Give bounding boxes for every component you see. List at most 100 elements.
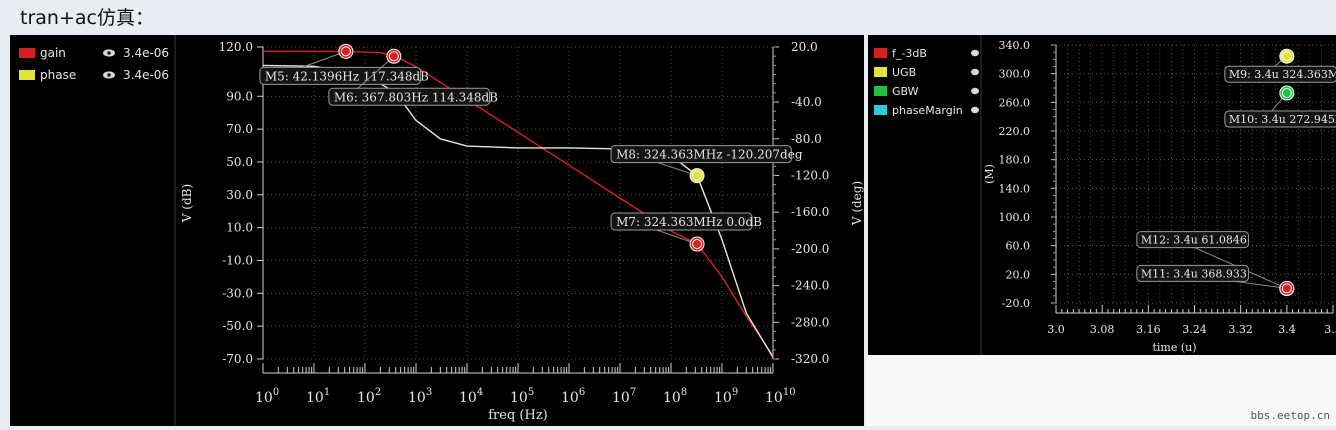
blank-area: bbs.eetop.cn bbox=[866, 355, 1336, 426]
marker-point-dot bbox=[391, 54, 397, 59]
y2-tick-label: -280.0 bbox=[791, 315, 829, 329]
legend-label-phaseMargin: phaseMargin bbox=[892, 104, 963, 117]
y-tick-label: -50.0 bbox=[222, 319, 253, 333]
eye-icon-pupil bbox=[107, 73, 111, 77]
tran-plot-panel[interactable]: f_-3dB UGB GBW phaseMargin 340.0 300.0 260.0 22… bbox=[868, 35, 1336, 355]
y2-tick-label: -160.0 bbox=[791, 205, 829, 219]
y2-axis-label: V (deg) bbox=[850, 181, 864, 226]
legend-value-phase: 3.4e-06 bbox=[123, 68, 169, 82]
eye-icon-pupil bbox=[107, 51, 111, 55]
x-tick-label: 3.32 bbox=[1228, 323, 1253, 336]
legend-swatch-phaseMargin bbox=[874, 105, 887, 115]
x-tick-label: 3.0 bbox=[1047, 323, 1065, 336]
y-tick-label: -30.0 bbox=[222, 286, 253, 300]
marker-label-text: M12: 3.4u 61.0846 bbox=[1141, 234, 1247, 247]
marker-label-text: M6: 367.803Hz 114.348dB bbox=[334, 90, 498, 104]
x-tick-label: 105 bbox=[510, 387, 534, 406]
marker-label-text: M10: 3.4u 272.945M bbox=[1229, 113, 1336, 126]
marker-point bbox=[689, 236, 705, 252]
y-tick-label: -70.0 bbox=[222, 352, 253, 366]
y2-tick-label: -40.0 bbox=[791, 95, 822, 109]
tran-plot-svg[interactable]: f_-3dB UGB GBW phaseMargin 340.0 300.0 260.0 22… bbox=[868, 35, 1336, 355]
marker-label-text: M11: 3.4u 368.933 bbox=[1141, 267, 1247, 280]
eye-icon bbox=[103, 49, 115, 57]
y-tick-label: 70.0 bbox=[226, 122, 253, 136]
marker-point bbox=[689, 168, 705, 184]
marker-point-dot bbox=[1284, 90, 1290, 96]
legend-label-gain: gain bbox=[40, 46, 66, 60]
y-tick-label: 50.0 bbox=[226, 155, 253, 169]
legend-swatch-UGB bbox=[874, 67, 887, 77]
legend-label-f_-3dB: f_-3dB bbox=[892, 47, 927, 60]
x-axis-label: time (u) bbox=[1152, 341, 1196, 354]
y-tick-label: 180.0 bbox=[999, 154, 1031, 167]
y-tick-label: 60.0 bbox=[1006, 240, 1031, 253]
x-tick-label: 100 bbox=[255, 387, 279, 406]
marker-point-dot bbox=[694, 241, 700, 247]
y-tick-label: -10.0 bbox=[222, 253, 253, 267]
eye-icon-white bbox=[971, 49, 979, 57]
x-tick-label: 3.08 bbox=[1090, 323, 1115, 336]
x-tick-label: 3.5 bbox=[1324, 323, 1336, 336]
ac-plot-panel[interactable]: gain 3.4e-06 phase 3.4e-06 120.0 90.0 70.0 50.0… bbox=[10, 35, 864, 426]
eye-icon bbox=[971, 68, 979, 76]
x-tick-label: 109 bbox=[714, 387, 738, 406]
x-tick-label: 103 bbox=[408, 387, 432, 406]
x-tick-label: 101 bbox=[306, 387, 330, 406]
marker-label-text: M8: 324.363MHz -120.207deg bbox=[616, 148, 803, 162]
x-tick-label: 3.24 bbox=[1182, 323, 1207, 336]
x-tick-label: 3.4 bbox=[1278, 323, 1296, 336]
y2-tick-label: -200.0 bbox=[791, 242, 829, 256]
marker-point-dot bbox=[1284, 286, 1290, 291]
legend-swatch-gain bbox=[19, 48, 35, 58]
legend-label-UGB: UGB bbox=[892, 66, 916, 79]
eye-icon bbox=[103, 71, 115, 79]
legend-swatch-f_-3dB bbox=[874, 48, 887, 58]
y-tick-label: 220.0 bbox=[999, 125, 1031, 138]
legend-label-GBW: GBW bbox=[892, 85, 919, 98]
y2-tick-label: -80.0 bbox=[791, 132, 822, 146]
x-tick-label: 3.16 bbox=[1136, 323, 1161, 336]
legend-value-gain: 3.4e-06 bbox=[123, 46, 169, 60]
y-axis-label: V (dB) bbox=[180, 184, 194, 223]
y-tick-label: -20.0 bbox=[1002, 297, 1030, 310]
marker-point-dot bbox=[1284, 54, 1290, 59]
eye-icon bbox=[971, 87, 979, 95]
y-tick-label: 100.0 bbox=[999, 211, 1031, 224]
marker-point bbox=[1279, 85, 1295, 101]
watermark-credit: bbs.eetop.cn bbox=[1250, 409, 1330, 422]
y2-tick-label: 20.0 bbox=[791, 40, 818, 54]
eye-icon-white bbox=[971, 106, 979, 114]
eye-icon-white bbox=[971, 68, 979, 76]
x-tick-label: 107 bbox=[612, 387, 636, 406]
y-tick-label: 340.0 bbox=[999, 39, 1031, 52]
y-tick-label: 120.0 bbox=[219, 40, 253, 54]
ac-plot-svg[interactable]: gain 3.4e-06 phase 3.4e-06 120.0 90.0 70.0 50.0… bbox=[10, 35, 864, 426]
legend-swatch-phase bbox=[19, 70, 35, 80]
marker-point bbox=[386, 48, 402, 64]
x-tick-label: 108 bbox=[663, 387, 687, 406]
y-tick-label: 20.0 bbox=[1006, 268, 1031, 281]
marker-point bbox=[1279, 280, 1295, 296]
marker-point bbox=[1279, 48, 1295, 64]
marker-point-dot bbox=[694, 173, 700, 178]
y2-tick-label: -240.0 bbox=[791, 279, 829, 293]
y-axis-label: (M) bbox=[983, 164, 996, 184]
page-heading: tran+ac仿真： bbox=[20, 7, 154, 29]
x-tick-label: 104 bbox=[459, 387, 483, 406]
eye-icon-white bbox=[971, 87, 979, 95]
marker-label-text: M5: 42.1396Hz 117.348dB bbox=[265, 69, 429, 83]
y-tick-label: 90.0 bbox=[226, 89, 253, 103]
x-tick-label: 102 bbox=[357, 387, 381, 406]
marker-label-text: M7: 324.363MHz 0.0dB bbox=[616, 215, 762, 229]
y-tick-label: 140.0 bbox=[999, 182, 1031, 195]
x-tick-label: 106 bbox=[561, 387, 585, 406]
legend-swatch-GBW bbox=[874, 86, 887, 96]
x-axis-label: freq (Hz) bbox=[488, 408, 548, 423]
eye-icon bbox=[971, 49, 979, 57]
y-tick-label: 10.0 bbox=[226, 221, 253, 235]
marker-label-text: M9: 3.4u 324.363M bbox=[1229, 68, 1336, 81]
marker-point bbox=[338, 43, 354, 59]
y-tick-label: 260.0 bbox=[999, 96, 1031, 109]
legend-label-phase: phase bbox=[40, 68, 76, 82]
